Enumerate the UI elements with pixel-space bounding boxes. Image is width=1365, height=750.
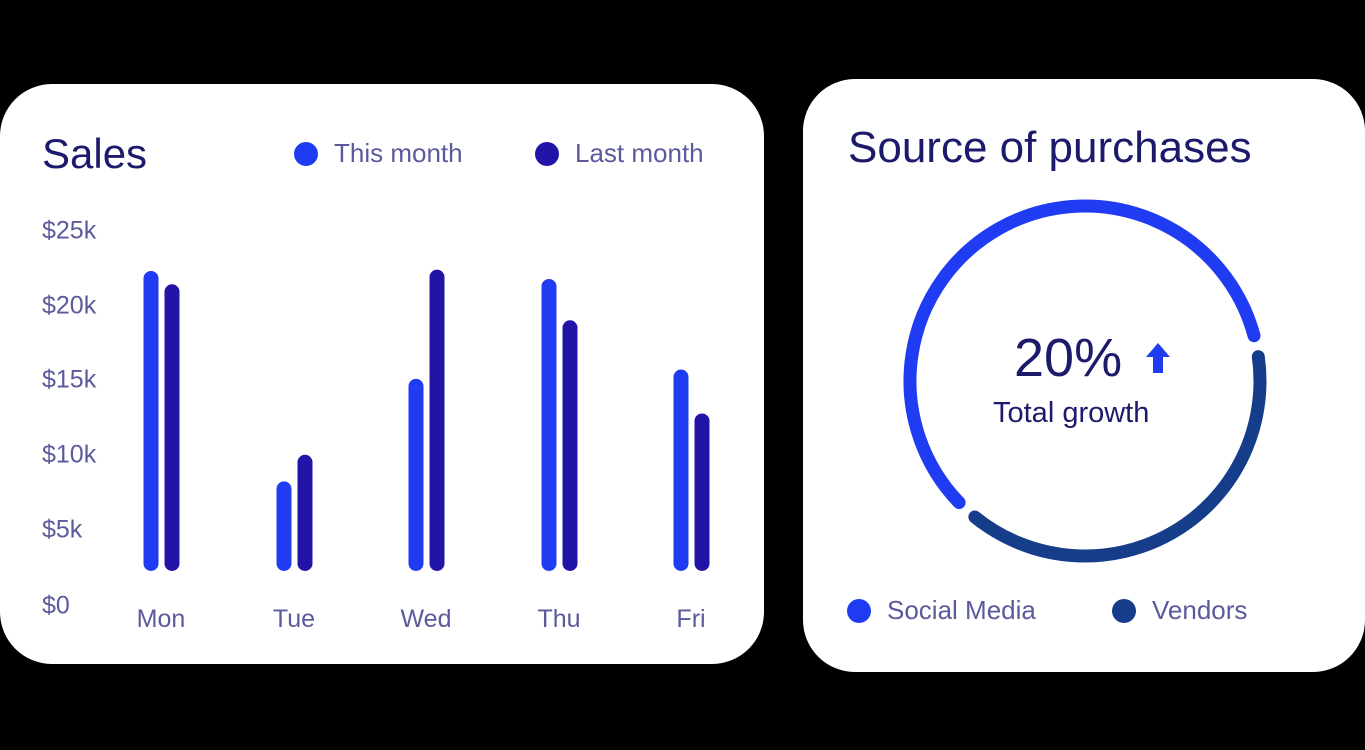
bar-base — [694, 556, 710, 564]
bar-base — [276, 556, 292, 564]
bar-base — [143, 556, 159, 564]
bar-this-month-fri — [673, 369, 689, 571]
bar-base — [673, 556, 689, 564]
sales-card: Sales This month Last month $0 $5k $10k $15… — [0, 84, 764, 664]
bar-last-month-thu — [562, 320, 578, 571]
bar-last-month-wed — [429, 269, 445, 571]
bar-base — [164, 556, 180, 564]
growth-label: Total growth — [993, 397, 1150, 429]
bar-base — [541, 556, 557, 564]
legend-label-social-media: Social Media — [887, 595, 1036, 625]
legend-social-media: Social Media — [847, 595, 1036, 626]
legend-dot-social-media — [847, 598, 871, 623]
bar-base — [297, 556, 313, 564]
bar-base — [562, 556, 578, 564]
bar-last-month-tue — [297, 454, 313, 571]
bar-this-month-mon — [143, 270, 159, 571]
bar-base — [429, 556, 445, 564]
bar-this-month-wed — [408, 378, 424, 571]
source-card: Source of purchases 20% Total growth Soc… — [803, 79, 1365, 672]
bar-base — [408, 556, 424, 564]
bar-last-month-mon — [164, 284, 180, 571]
arrow-up-icon — [1146, 343, 1170, 373]
bar-this-month-thu — [541, 278, 557, 571]
growth-value: 20% — [1014, 328, 1123, 388]
sales-bar-chart — [143, 269, 710, 571]
bar-last-month-fri — [694, 413, 710, 571]
legend-dot-vendors — [1112, 598, 1136, 623]
legend-label-vendors: Vendors — [1152, 595, 1248, 625]
legend-vendors: Vendors — [1112, 595, 1247, 626]
